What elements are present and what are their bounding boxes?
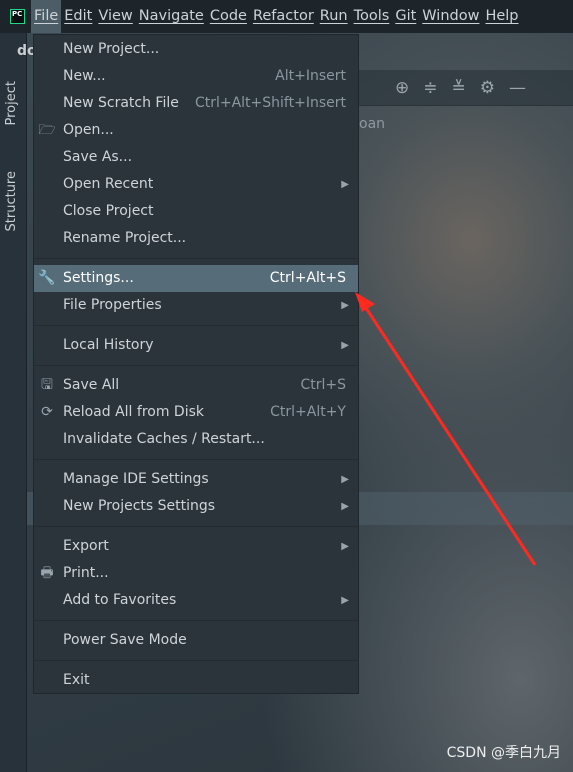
watermark: CSDN @季白九月 [446,745,561,761]
annotation-arrow [355,292,537,566]
arrow-head [355,292,375,312]
arrow-shaft [362,304,537,566]
